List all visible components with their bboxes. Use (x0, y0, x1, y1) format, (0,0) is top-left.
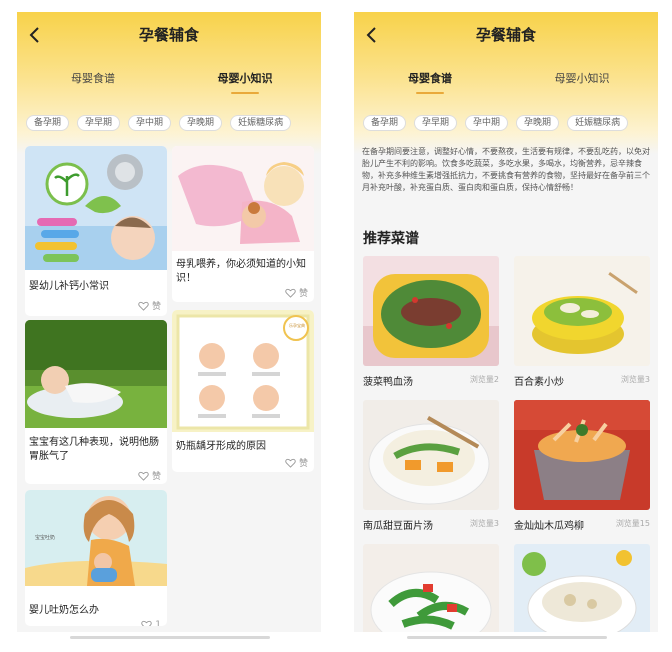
chip-early[interactable]: 孕早期 (414, 115, 458, 131)
recipe-card[interactable]: 南瓜甜豆面片汤 浏览量3 (363, 400, 499, 534)
page-title: 孕餐辅食 (138, 26, 199, 44)
home-indicator (407, 636, 607, 639)
article-image-calcium (25, 146, 167, 270)
article-card[interactable]: 婴幼儿补钙小常识 赞 (25, 146, 167, 316)
article-title: 奶瓶龋牙形成的原因 (176, 441, 266, 452)
like-count: 赞 (151, 472, 161, 482)
recipe-image-soup-bowl (514, 544, 650, 632)
heart-icon (141, 620, 152, 626)
recipe-name: 金灿灿木瓜鸡柳 (514, 521, 584, 532)
recipe-views: 浏览量2 (469, 375, 499, 384)
chip-middle[interactable]: 孕中期 (128, 115, 172, 131)
recipe-image-papaya-chicken (514, 400, 650, 510)
like-button[interactable]: 赞 (285, 286, 308, 299)
like-button[interactable]: 1 (141, 620, 161, 626)
image-caption: 宝宝吐奶 (35, 535, 56, 541)
recipe-views: 浏览量3 (620, 375, 650, 384)
recipe-name: 百合素小炒 (514, 377, 564, 388)
article-title: 婴幼儿补钙小常识 (29, 281, 109, 292)
heart-icon (138, 301, 149, 311)
recipe-card[interactable] (514, 544, 650, 632)
heart-icon (285, 288, 296, 298)
like-button[interactable]: 赞 (285, 456, 308, 469)
heart-icon (285, 458, 296, 468)
chip-early[interactable]: 孕早期 (77, 115, 121, 131)
article-image-spitting-up: 宝宝吐奶 (25, 490, 167, 586)
like-count: 赞 (298, 289, 308, 299)
section-title: 推荐菜谱 (363, 231, 419, 247)
recipe-views: 浏览量3 (469, 519, 499, 528)
recipe-card[interactable] (363, 544, 499, 632)
recipe-views: 浏览量15 (615, 519, 650, 528)
like-count: 1 (155, 620, 161, 626)
tab-recipes[interactable]: 母婴食谱 (370, 70, 490, 94)
article-image-breastfeeding (172, 146, 314, 251)
article-image-baby-teeth: 乐孕宝典 (172, 310, 314, 432)
article-title: 婴儿吐奶怎么办 (29, 605, 99, 616)
article-card[interactable]: 母乳喂养，你必须知道的小知识！ 赞 (172, 146, 314, 302)
tab-knowledge[interactable]: 母婴小知识 (522, 70, 642, 86)
page-title: 孕餐辅食 (475, 26, 536, 44)
tab-bar: 母婴食谱 母婴小知识 (354, 70, 658, 96)
tab-knowledge[interactable]: 母婴小知识 (185, 70, 305, 94)
recipe-image-green-beans (363, 544, 499, 632)
chip-middle[interactable]: 孕中期 (465, 115, 509, 131)
article-image-baby-sleeping (25, 320, 167, 428)
chip-diabetes[interactable]: 妊娠糖尿病 (230, 115, 292, 131)
article-title: 母乳喂养，你必须知道的小知识！ (176, 259, 306, 284)
heart-icon (138, 471, 149, 481)
nav-bar: 孕餐辅食 (17, 20, 321, 50)
chip-pre-pregnancy[interactable]: 备孕期 (26, 115, 70, 131)
recipes-screen: 孕餐辅食 母婴食谱 母婴小知识 备孕期 孕早期 孕中期 孕晚期 妊娠糖尿病 在备孕期间要… (354, 12, 658, 632)
chip-diabetes[interactable]: 妊娠糖尿病 (567, 115, 629, 131)
recipe-name: 南瓜甜豆面片汤 (363, 521, 433, 532)
like-count: 赞 (151, 302, 161, 312)
recipe-image-spinach-soup (363, 256, 499, 366)
home-indicator (70, 636, 270, 639)
article-card[interactable]: 宝宝有这几种表现，说明他肠胃胀气了 赞 (25, 320, 167, 484)
chip-pre-pregnancy[interactable]: 备孕期 (363, 115, 407, 131)
recipe-card[interactable]: 菠菜鸭血汤 浏览量2 (363, 256, 499, 390)
stage-advice-text: 在备孕期间要注意，调整好心情，不要熬夜，生活要有规律，不要乱吃药，以免对胎儿产生… (362, 147, 650, 192)
nav-bar: 孕餐辅食 (354, 20, 658, 50)
article-card[interactable]: 宝宝吐奶 婴儿吐奶怎么办 1 (25, 490, 167, 626)
stage-filter-chips: 备孕期 孕早期 孕中期 孕晚期 妊娠糖尿病 (26, 110, 299, 131)
like-button[interactable]: 赞 (138, 299, 161, 312)
recipe-image-lily-stirfry (514, 256, 650, 366)
recipe-image-pumpkin-noodle-soup (363, 400, 499, 510)
like-button[interactable]: 赞 (138, 469, 161, 482)
article-title: 宝宝有这几种表现，说明他肠胃胀气了 (29, 437, 159, 462)
stage-filter-chips: 备孕期 孕早期 孕中期 孕晚期 妊娠糖尿病 (363, 110, 636, 131)
like-count: 赞 (298, 459, 308, 469)
image-badge: 乐孕宝典 (289, 323, 305, 328)
recipe-card[interactable]: 金灿灿木瓜鸡柳 浏览量15 (514, 400, 650, 534)
tab-recipes[interactable]: 母婴食谱 (33, 70, 153, 86)
chip-late[interactable]: 孕晚期 (179, 115, 223, 131)
article-card[interactable]: 乐孕宝典 奶瓶龋牙形成的原因 赞 (172, 310, 314, 472)
tab-bar: 母婴食谱 母婴小知识 (17, 70, 321, 96)
knowledge-screen: 孕餐辅食 母婴食谱 母婴小知识 备孕期 孕早期 孕中期 孕晚期 妊娠糖尿病 婴幼… (17, 12, 321, 632)
recipe-name: 菠菜鸭血汤 (363, 377, 413, 388)
recipe-card[interactable]: 百合素小炒 浏览量3 (514, 256, 650, 390)
chip-late[interactable]: 孕晚期 (516, 115, 560, 131)
